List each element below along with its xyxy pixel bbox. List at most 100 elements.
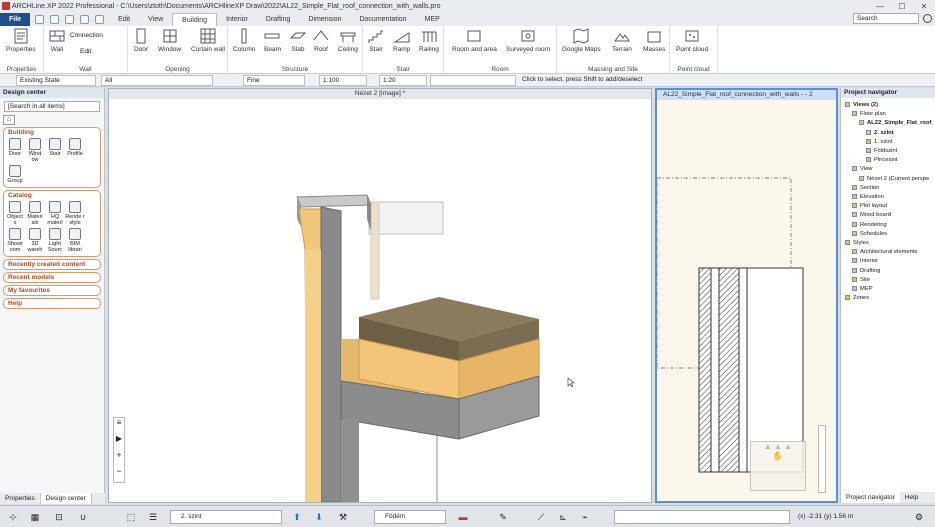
tree-item[interactable]: Styles [843,239,933,248]
catalog-tile[interactable]: HQ materi [45,201,65,226]
tree-item[interactable]: Drafting [843,267,933,276]
project-navigator-tab[interactable]: Project navigator [841,492,900,503]
catalog-tile[interactable]: BIM librari [65,228,85,253]
3d-model-canvas[interactable] [109,99,651,502]
tree-item[interactable]: Interior [843,257,933,266]
tree-item[interactable]: View [843,165,933,174]
tab-building[interactable]: Building [172,13,218,26]
tab-edit[interactable]: Edit [109,13,139,26]
railing-button[interactable]: Railing [419,28,439,53]
design-center-tab[interactable]: Design center [40,493,92,504]
tree-item[interactable]: Views (2) [843,101,933,110]
room-and-area-button[interactable]: Room and area [452,28,497,53]
design-center-link[interactable]: Recent models [3,272,101,283]
scale-dropdown[interactable]: 1:100 [319,75,367,86]
terrain-button[interactable]: Terrain [612,28,632,53]
home-icon[interactable]: ⌂ [3,115,15,125]
tab-documentation[interactable]: Documentation [350,13,415,26]
list-icon[interactable]: ☰ [146,510,160,524]
catalog-tile[interactable]: Rende r style [65,201,85,226]
column-button[interactable]: Column [233,28,255,53]
design-center-link[interactable]: Recently created content [3,259,101,270]
close-button[interactable]: ✕ [913,0,935,12]
floor-plan-viewport[interactable]: AL22_Simple_Flat_roof_connection_with_wa… [655,88,838,503]
maximize-button[interactable]: ☐ [891,0,913,12]
tree-item[interactable]: AL22_Simple_Flat_roof_ [843,119,933,128]
list-icon[interactable]: ≡ [114,418,124,434]
tree-item[interactable]: 1. szint [843,138,933,147]
layer-dropdown[interactable]: All [101,75,213,86]
tree-item[interactable]: Floor plan [843,110,933,119]
section-header[interactable]: Building [4,128,100,137]
tree-item[interactable]: Schedules [843,230,933,239]
tree-item[interactable]: Pincesint [843,156,933,165]
floor-plan-canvas[interactable] [657,100,836,501]
tree-item[interactable]: Rendering [843,221,933,230]
building-tile[interactable]: Stair [45,138,65,163]
tree-item[interactable]: Zones [843,294,933,303]
hammer-icon[interactable]: ⚒ [336,510,350,524]
tab-dimension[interactable]: Dimension [299,13,350,26]
building-tile[interactable]: Profile [65,138,85,163]
section-header[interactable]: Catalog [4,191,100,200]
magnet-icon[interactable]: ∪ [76,510,90,524]
search-input[interactable]: Search [853,13,919,24]
brick-icon[interactable]: ▬ [456,510,470,524]
tree-item[interactable]: Földszint [843,147,933,156]
design-center-search[interactable]: [Search in all items] [4,101,100,112]
3d-viewport[interactable]: Nézet 2 [Image] * ≡ ▶ + − [108,88,652,503]
surveyed-room-button[interactable]: Surveyed room [506,28,550,53]
zoom-slider[interactable] [818,425,826,493]
tab-file[interactable]: File [0,13,31,26]
settings-icon[interactable]: ⚙ [910,510,928,524]
tree-item[interactable]: Mood board [843,211,933,220]
design-center-link[interactable]: Help [3,298,101,309]
catalog-tile[interactable]: Showr oom [5,228,25,253]
tree-item[interactable]: Plot layout [843,202,933,211]
catalog-tile[interactable]: 3D wareh [25,228,45,253]
down-arrow-icon[interactable]: ⬇ [312,510,326,524]
ceiling-button[interactable]: Ceiling [338,28,358,53]
catalog-tile[interactable]: Materi als [25,201,45,226]
undo-icon[interactable] [50,15,60,24]
cut-icon[interactable] [95,15,105,24]
properties-tab[interactable]: Properties [0,493,41,504]
minimize-button[interactable]: — [869,0,891,12]
redo-icon[interactable] [65,15,75,24]
tree-item[interactable]: Architectural elements [843,248,933,257]
door-button[interactable]: Door [133,28,149,53]
hand-icon[interactable]: ✋ [751,451,805,462]
play-icon[interactable]: ▶ [114,434,124,450]
tab-drafting[interactable]: Drafting [257,13,300,26]
connection-button[interactable]: Connection [70,32,103,39]
navigation-widget[interactable]: ▲ ▲ ▲ ✋ [750,441,806,491]
ramp-button[interactable]: Ramp [393,28,410,53]
masses-button[interactable]: Masses [643,28,665,53]
tab-interior[interactable]: Interior [217,13,257,26]
ruler-icon[interactable]: ⊾ [556,510,570,524]
snap-icon[interactable]: ⊹ [6,510,20,524]
building-tile[interactable]: Group [5,165,25,184]
pen-icon[interactable]: ✎ [496,510,510,524]
scale2-dropdown[interactable]: 1:20 [379,75,427,86]
tree-item[interactable]: Site [843,276,933,285]
wall-button[interactable]: Wall [49,28,65,53]
line-type-dropdown[interactable]: Fine [243,75,305,86]
tab-view[interactable]: View [139,13,172,26]
print-icon[interactable] [80,15,90,24]
slab-button[interactable]: Slab [290,28,306,53]
floor-dropdown[interactable]: 2. szint [170,510,282,524]
tree-item[interactable]: MEP [843,285,933,294]
command-input[interactable] [614,510,790,524]
measure-icon[interactable]: ⟋ [534,510,548,524]
building-tile[interactable]: Wind ow [25,138,45,163]
tree-item[interactable]: Elevation [843,193,933,202]
ortho-icon[interactable]: ⊡ [52,510,66,524]
stair-button[interactable]: Stair [368,28,384,53]
catalog-tile[interactable]: Light Sourc [45,228,65,253]
layer-dropdown[interactable]: Födém [374,510,446,524]
edit-button[interactable]: Edit [80,48,91,55]
design-center-link[interactable]: My favourites [3,285,101,296]
zoom-in-icon[interactable]: + [114,450,124,466]
state-dropdown[interactable]: Existing State [16,75,96,86]
